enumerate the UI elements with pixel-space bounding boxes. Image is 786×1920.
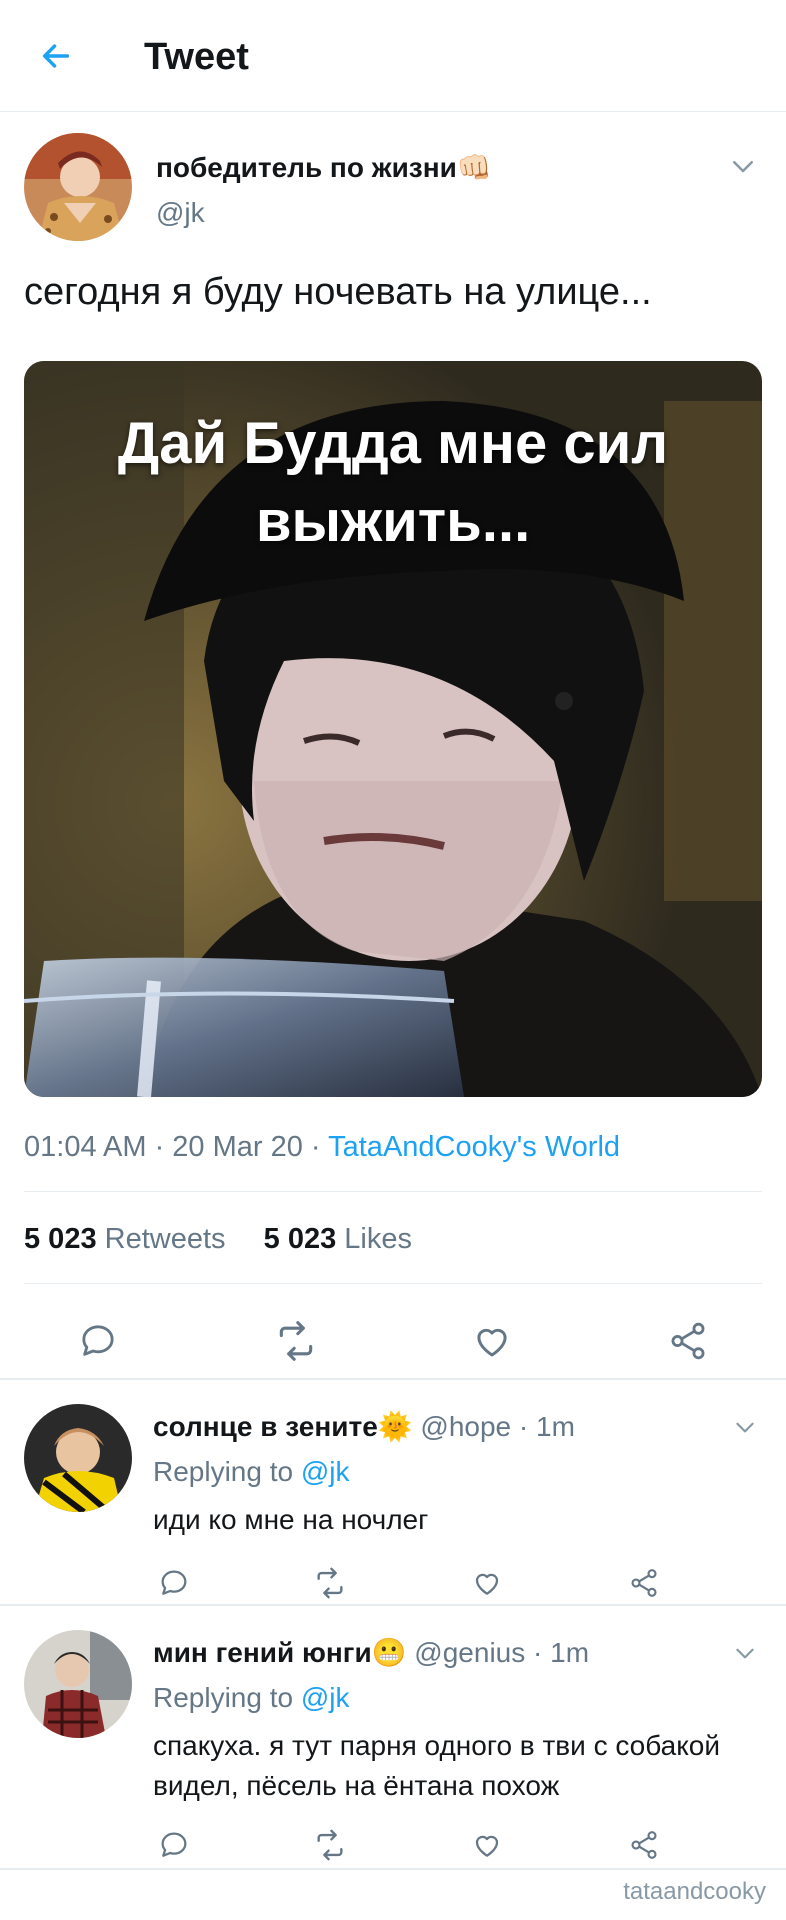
share-icon bbox=[671, 1322, 705, 1360]
section-separator bbox=[0, 1868, 786, 1870]
reply-handle-time: @genius · 1m bbox=[406, 1637, 590, 1668]
reply-avatar[interactable] bbox=[24, 1630, 132, 1738]
like-button[interactable] bbox=[468, 1317, 516, 1365]
section-separator bbox=[0, 1378, 786, 1380]
media-caption-line-2: выжить... bbox=[255, 489, 531, 554]
tweet-stats: 5 023 Retweets 5 023 Likes bbox=[24, 1223, 412, 1256]
retweet-icon bbox=[317, 1829, 343, 1861]
share-button[interactable] bbox=[627, 1828, 661, 1862]
section-separator bbox=[0, 1604, 786, 1606]
chevron-down-icon[interactable] bbox=[728, 151, 758, 181]
retweet-button[interactable] bbox=[313, 1828, 347, 1862]
share-icon bbox=[631, 1569, 657, 1597]
reply-handle-time: @hope · 1m bbox=[412, 1411, 575, 1442]
likes-count: 5 023 bbox=[263, 1223, 337, 1255]
tweet-source-link[interactable]: TataAndCooky's World bbox=[328, 1131, 620, 1163]
replying-to-prefix: Replying to bbox=[153, 1456, 301, 1487]
media-caption: Дай Будда мне сил выжить... bbox=[24, 405, 762, 561]
reply-button[interactable] bbox=[74, 1317, 122, 1365]
tweet-text: сегодня я буду ночевать на улице... bbox=[24, 271, 652, 313]
divider bbox=[24, 1191, 762, 1192]
retweet-icon bbox=[279, 1321, 313, 1361]
author-handle[interactable]: @jk bbox=[156, 197, 205, 229]
replying-to-mention[interactable]: @jk bbox=[301, 1682, 350, 1713]
reply-header: мин гений юнги😬 @genius · 1m bbox=[153, 1636, 589, 1669]
chevron-down-icon[interactable] bbox=[732, 1414, 758, 1440]
retweet-icon bbox=[317, 1567, 343, 1599]
heart-icon bbox=[475, 1835, 499, 1857]
author-name[interactable]: победитель по жизни👊🏻 bbox=[156, 151, 492, 184]
likes-label: Likes bbox=[336, 1223, 412, 1255]
author-avatar[interactable] bbox=[24, 133, 132, 241]
reply-button[interactable] bbox=[157, 1828, 191, 1862]
reply-icon bbox=[161, 1570, 187, 1595]
like-button[interactable] bbox=[470, 1828, 504, 1862]
back-button[interactable] bbox=[36, 36, 76, 76]
reply-text: иди ко мне на ночлег bbox=[153, 1504, 429, 1535]
retweets-label: Retweets bbox=[96, 1223, 226, 1255]
media-caption-line-1: Дай Будда мне сил bbox=[117, 411, 669, 476]
top-bar: Tweet bbox=[0, 0, 786, 112]
arrow-left-icon bbox=[42, 44, 70, 68]
reply-header: солнце в зените🌞 @hope · 1m bbox=[153, 1410, 575, 1443]
tweet-meta: 01:04 AM · 20 Mar 20 · TataAndCooky's Wo… bbox=[24, 1131, 620, 1164]
replying-to: Replying to @jk bbox=[153, 1682, 350, 1714]
reply-author-name[interactable]: мин гений юнги😬 bbox=[153, 1637, 407, 1668]
reply-author-name[interactable]: солнце в зените🌞 bbox=[153, 1411, 413, 1442]
share-button[interactable] bbox=[627, 1566, 661, 1600]
replying-to-mention[interactable]: @jk bbox=[301, 1456, 350, 1487]
replying-to: Replying to @jk bbox=[153, 1456, 350, 1488]
tweet-timestamp: 01:04 AM · 20 Mar 20 · bbox=[24, 1131, 329, 1163]
reply-icon bbox=[82, 1325, 114, 1356]
retweet-button[interactable] bbox=[313, 1566, 347, 1600]
share-icon bbox=[631, 1831, 657, 1859]
like-button[interactable] bbox=[470, 1566, 504, 1600]
reply-text: спакуха. я тут парня одного в тви с соба… bbox=[153, 1730, 720, 1801]
retweets-count: 5 023 bbox=[24, 1223, 97, 1255]
tweet-actions bbox=[0, 1293, 786, 1399]
watermark: tataandcooky bbox=[623, 1878, 766, 1905]
chevron-down-icon[interactable] bbox=[732, 1640, 758, 1666]
reply-icon bbox=[161, 1832, 187, 1857]
divider bbox=[24, 1283, 762, 1284]
tweet-media-image[interactable]: Дай Будда мне сил выжить... bbox=[24, 361, 762, 1097]
retweets-stat[interactable]: 5 023 Retweets bbox=[24, 1223, 226, 1255]
reply-avatar[interactable] bbox=[24, 1404, 132, 1512]
heart-icon bbox=[477, 1328, 507, 1357]
page-title: Tweet bbox=[144, 36, 249, 78]
reply-button[interactable] bbox=[157, 1566, 191, 1600]
replying-to-prefix: Replying to bbox=[153, 1682, 301, 1713]
retweet-button[interactable] bbox=[272, 1317, 320, 1365]
share-button[interactable] bbox=[664, 1317, 712, 1365]
heart-icon bbox=[475, 1573, 499, 1595]
likes-stat[interactable]: 5 023 Likes bbox=[264, 1223, 412, 1255]
